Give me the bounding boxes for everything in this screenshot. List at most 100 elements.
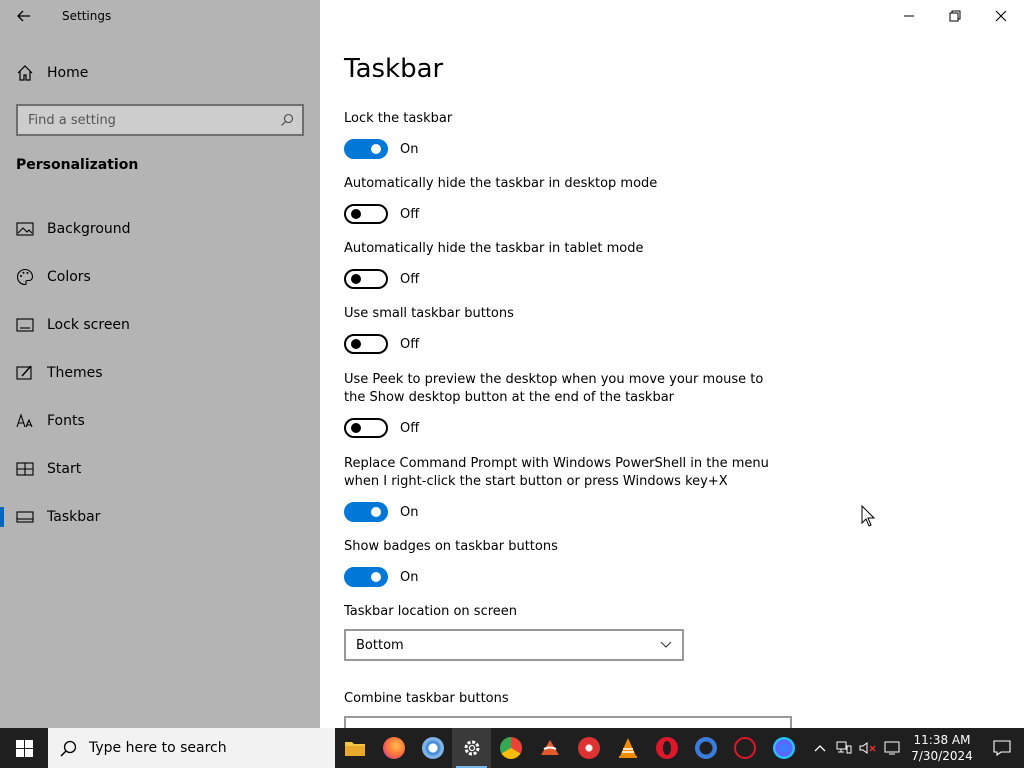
taskbar-app-chromium[interactable] — [413, 728, 452, 768]
taskbar-app-blue[interactable] — [686, 728, 725, 768]
taskbar-app-vlc[interactable] — [608, 728, 647, 768]
app-blue-icon — [694, 737, 717, 759]
display-icon — [884, 741, 900, 755]
chrome-icon — [499, 737, 522, 759]
app-purple-icon — [772, 737, 795, 759]
taskbar-location-select[interactable]: Bottom — [344, 629, 684, 661]
taskbar-app-file-explorer[interactable] — [335, 728, 374, 768]
back-arrow-icon — [17, 10, 30, 22]
home-nav[interactable]: Home — [16, 62, 88, 84]
setting-peek: Use Peek to preview the desktop when you… — [344, 371, 784, 438]
taskbar-app-opera-gx[interactable] — [725, 728, 764, 768]
taskbar-app-purple[interactable] — [764, 728, 803, 768]
show-hidden-icons-button[interactable] — [808, 728, 832, 768]
taskbar-icon — [16, 508, 34, 526]
toggle-state: On — [400, 141, 419, 157]
lock-screen-icon — [16, 316, 34, 334]
sidebar-item-label: Lock screen — [47, 317, 130, 333]
powershell-toggle[interactable] — [344, 502, 388, 522]
sidebar: Settings Home Find a setting Personaliza… — [0, 0, 320, 728]
setting-label: Lock the taskbar — [344, 111, 453, 126]
close-button[interactable] — [978, 0, 1024, 32]
restore-icon — [949, 10, 961, 22]
start-icon — [16, 460, 34, 478]
location-label-wrap: Taskbar location on screen — [344, 603, 784, 621]
network-icon — [836, 741, 852, 754]
sidebar-item-start[interactable]: Start — [0, 445, 320, 493]
sidebar-item-themes[interactable]: Themes — [0, 349, 320, 397]
sidebar-nav: Background Colors Lock screen Themes Fon… — [0, 205, 320, 541]
taskbar-app-red-circle[interactable] — [569, 728, 608, 768]
home-icon — [16, 64, 34, 82]
network-button[interactable] — [832, 728, 856, 768]
chevron-down-icon — [660, 641, 672, 648]
settings-gear-icon — [464, 740, 479, 756]
toggle-state: Off — [400, 420, 420, 436]
setting-powershell: Replace Command Prompt with Windows Powe… — [344, 455, 784, 522]
small-buttons-toggle[interactable] — [344, 334, 388, 354]
search-placeholder: Find a setting — [28, 112, 116, 128]
clock-date: 7/30/2024 — [911, 749, 973, 763]
sidebar-item-lock-screen[interactable]: Lock screen — [0, 301, 320, 349]
fonts-icon — [16, 412, 34, 430]
taskbar: Type here to search 11:38 AM 7/30/2024 — [0, 728, 1024, 768]
volume-muted-icon — [859, 742, 876, 754]
app-title: Settings — [62, 9, 112, 23]
combine-label-wrap: Combine taskbar buttons — [344, 690, 784, 708]
section-title: Personalization — [16, 157, 139, 173]
taskbar-app-chrome[interactable] — [491, 728, 530, 768]
start-button[interactable] — [0, 728, 48, 768]
palette-icon — [16, 268, 34, 286]
clock[interactable]: 11:38 AM 7/30/2024 — [904, 732, 980, 764]
sidebar-item-fonts[interactable]: Fonts — [0, 397, 320, 445]
lock-taskbar-toggle[interactable] — [344, 139, 388, 159]
taskbar-app-firefox[interactable] — [374, 728, 413, 768]
sidebar-item-colors[interactable]: Colors — [0, 253, 320, 301]
picture-icon — [16, 220, 34, 238]
firefox-icon — [382, 737, 405, 759]
taskbar-app-opera[interactable] — [647, 728, 686, 768]
setting-label: Automatically hide the taskbar in deskto… — [344, 176, 658, 191]
opera-icon — [655, 737, 678, 759]
autohide-tablet-toggle[interactable] — [344, 269, 388, 289]
toggle-state: On — [400, 569, 419, 585]
main-content: Taskbar Lock the taskbar On Automaticall… — [320, 0, 1024, 728]
back-button[interactable] — [12, 4, 36, 28]
display-button[interactable] — [880, 728, 904, 768]
volume-button[interactable] — [856, 728, 880, 768]
combine-buttons-select[interactable] — [344, 716, 792, 728]
toggle-state: Off — [400, 206, 420, 222]
mouse-cursor-icon — [861, 505, 875, 527]
sidebar-item-label: Taskbar — [47, 509, 101, 525]
active-indicator — [0, 507, 4, 527]
badges-toggle[interactable] — [344, 567, 388, 587]
themes-icon — [16, 364, 34, 382]
settings-search-input[interactable]: Find a setting — [16, 104, 304, 136]
notification-icon — [993, 740, 1011, 756]
toggle-state: Off — [400, 271, 420, 287]
sidebar-item-background[interactable]: Background — [0, 205, 320, 253]
sidebar-item-label: Start — [47, 461, 82, 477]
taskbar-search-placeholder: Type here to search — [89, 740, 227, 756]
taskbar-app-red[interactable] — [530, 728, 569, 768]
toggle-state: On — [400, 504, 419, 520]
minimize-button[interactable] — [886, 0, 932, 32]
restore-button[interactable] — [932, 0, 978, 32]
peek-toggle[interactable] — [344, 418, 388, 438]
sidebar-item-taskbar[interactable]: Taskbar — [0, 493, 320, 541]
app-red-circle-icon — [577, 737, 600, 759]
sidebar-item-label: Themes — [47, 365, 103, 381]
toggle-state: Off — [400, 336, 420, 352]
setting-badges: Show badges on taskbar buttons On — [344, 538, 784, 587]
setting-lock-taskbar: Lock the taskbar On — [344, 110, 784, 159]
action-center-button[interactable] — [980, 728, 1024, 768]
file-explorer-icon — [344, 742, 365, 756]
sidebar-item-label: Background — [47, 221, 131, 237]
vlc-icon — [618, 738, 637, 758]
taskbar-search-box[interactable]: Type here to search — [48, 728, 335, 768]
taskbar-app-settings[interactable] — [452, 728, 491, 768]
select-value: Bottom — [356, 637, 404, 653]
autohide-desktop-toggle[interactable] — [344, 204, 388, 224]
sidebar-item-label: Colors — [47, 269, 91, 285]
setting-small-buttons: Use small taskbar buttons Off — [344, 305, 784, 354]
